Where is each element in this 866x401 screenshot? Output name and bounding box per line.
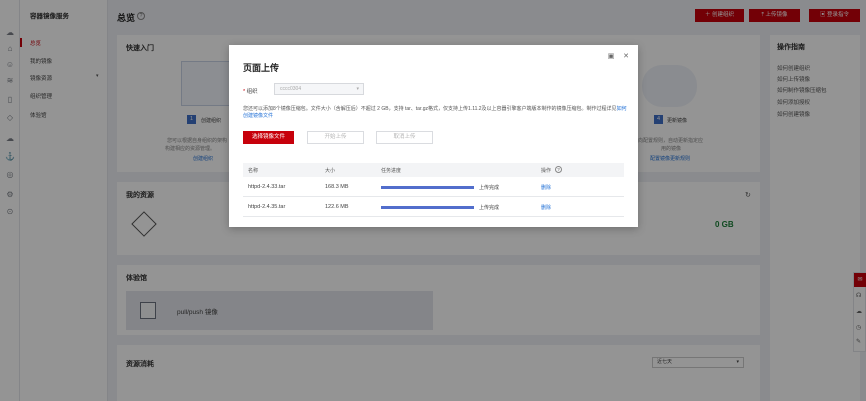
table-row: httpd-2.4.35.tar 122.6 MB 上传完成 删除 <box>243 197 624 217</box>
chevron-down-icon: ▾ <box>356 86 359 92</box>
upload-note-text: 您还可以添加8个镜像压缩包。文件大小（含解压后）不超过 2 GB，支持 tar、… <box>243 106 617 112</box>
column-header: 操作 <box>541 168 552 174</box>
progress-bar <box>381 206 474 209</box>
maximize-icon[interactable]: ▣ <box>607 53 615 61</box>
close-icon[interactable]: ✕ <box>622 53 630 61</box>
delete-link[interactable]: 删除 <box>541 204 551 211</box>
org-label-text: 组织 <box>246 89 258 95</box>
file-name: httpd-2.4.35.tar <box>248 204 286 210</box>
progress-fill <box>381 186 474 189</box>
select-file-button[interactable]: 选择镜像文件 <box>243 131 294 144</box>
file-size: 122.6 MB <box>325 204 349 210</box>
progress-status: 上传完成 <box>479 185 500 191</box>
cancel-upload-button[interactable]: 取消上传 <box>376 131 433 144</box>
org-select-value: cccc0304 <box>280 86 302 92</box>
upload-note: 您还可以添加8个镜像压缩包。文件大小（含解压后）不超过 2 GB，支持 tar、… <box>243 106 629 120</box>
org-select[interactable]: cccc0304 ▾ <box>274 83 364 95</box>
column-header: 大小 <box>325 168 336 174</box>
org-label: * 组织 <box>243 89 258 95</box>
help-icon[interactable]: ? <box>555 166 562 173</box>
upload-dialog: 页面上传 ▣ ✕ * 组织 cccc0304 ▾ 您还可以添加8个镜像压缩包。文件… <box>229 45 638 227</box>
file-size: 168.3 MB <box>325 184 349 190</box>
start-upload-button[interactable]: 开始上传 <box>307 131 364 144</box>
column-header: 名称 <box>248 168 259 174</box>
table-row: httpd-2.4.33.tar 168.3 MB 上传完成 删除 <box>243 177 624 197</box>
progress-fill <box>381 206 474 209</box>
file-name: httpd-2.4.33.tar <box>248 184 286 190</box>
delete-link[interactable]: 删除 <box>541 184 551 191</box>
table-header: 名称 大小 任务进度 操作 ? <box>243 163 624 177</box>
column-header: 任务进度 <box>381 168 402 174</box>
progress-bar <box>381 186 474 189</box>
dialog-title: 页面上传 <box>243 63 280 73</box>
progress-status: 上传完成 <box>479 205 500 211</box>
